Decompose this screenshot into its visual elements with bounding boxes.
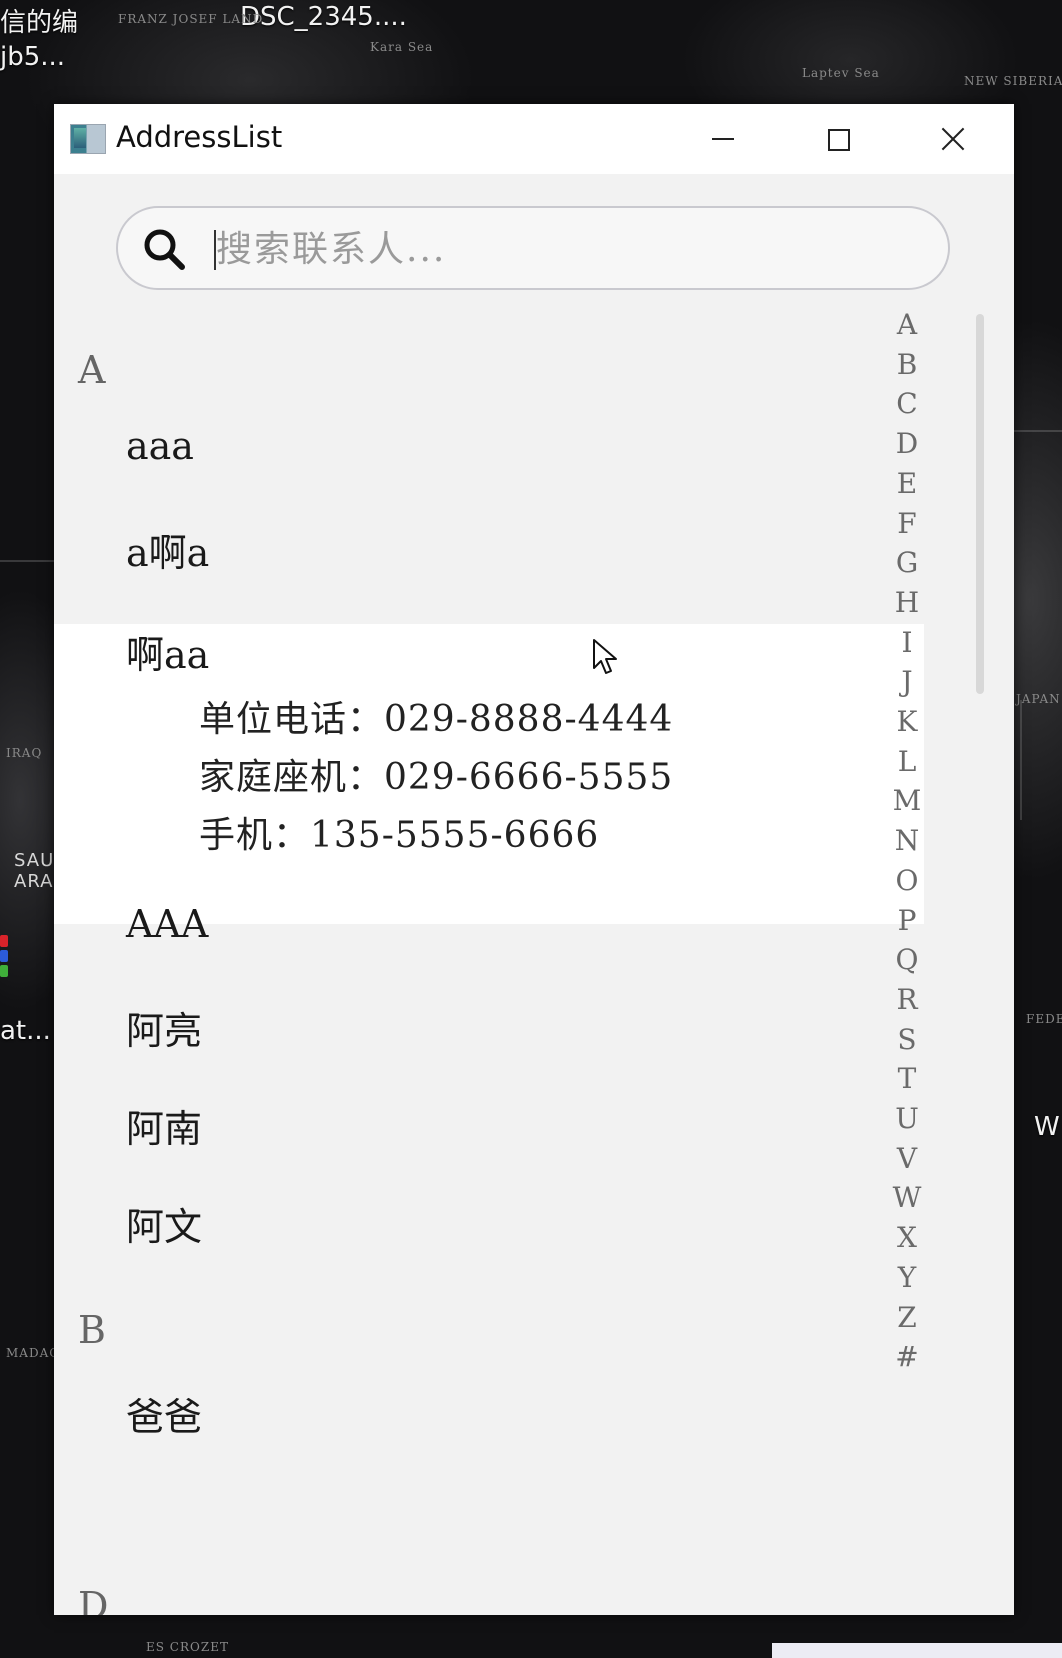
index-letter-a[interactable]: A [892,308,922,341]
section-header-d: D [78,1584,109,1615]
title-bar[interactable]: AddressList [54,104,1014,174]
search-bar[interactable] [116,206,950,290]
minimize-button[interactable] [664,104,780,174]
map-label: JAPAN [1016,692,1061,706]
section-header-a: A [78,348,106,392]
contact-item[interactable]: AAA [126,902,208,946]
index-letter-y[interactable]: Y [892,1261,922,1294]
index-letter-k[interactable]: K [892,705,922,738]
index-letter-hash[interactable]: # [892,1340,922,1373]
search-input[interactable] [214,222,918,276]
contact-item[interactable]: a啊a [126,522,209,577]
index-letter-m[interactable]: M [892,784,922,817]
desktop-item-label[interactable]: at... [0,1016,51,1046]
close-button[interactable] [896,104,1012,174]
close-icon [938,124,968,154]
text-caret [214,230,216,270]
contact-detail-home-phone: 家庭座机：029-6666-5555 [199,757,674,798]
contact-detail-mobile: 手机：135-5555-6666 [199,815,600,856]
contact-item[interactable]: 阿南 [126,1098,202,1153]
section-header-b: B [78,1308,106,1352]
maximize-button[interactable] [780,104,896,174]
index-letter-w[interactable]: W [892,1181,922,1214]
index-letter-u[interactable]: U [892,1102,922,1135]
index-letter-n[interactable]: N [892,824,922,857]
contact-item[interactable]: 阿文 [126,1196,202,1251]
index-letter-j[interactable]: J [892,665,922,698]
map-label: SAU ARA [14,850,55,892]
index-letter-f[interactable]: F [892,507,922,540]
mouse-cursor-icon [593,639,617,674]
minimize-icon [712,138,734,140]
index-letter-d[interactable]: D [892,427,922,460]
index-letter-x[interactable]: X [892,1221,922,1254]
map-label: Kara Sea [370,40,434,54]
map-label: MADAG [6,1346,60,1360]
contact-item[interactable]: 爸爸 [126,1386,202,1441]
index-letter-l[interactable]: L [892,745,922,778]
contact-item[interactable]: aaa [126,424,194,468]
map-label: ES CROZET [146,1640,229,1654]
map-label: NEW SIBERIAN [964,74,1062,88]
window-title: AddressList [116,120,283,154]
desktop-item-label[interactable]: DSC_2345.... [240,2,407,32]
desktop-item-label[interactable]: W [1034,1112,1060,1142]
desktop-app-icon[interactable] [0,935,10,985]
map-border-line [1014,430,1062,432]
app-icon [70,124,106,154]
desktop-item-label[interactable]: jb5... [0,42,65,72]
index-letter-h[interactable]: H [892,586,922,619]
address-list-window: AddressList A aaa a啊a 啊aa 单位电话：029-8888-… [54,104,1014,1615]
index-letter-o[interactable]: O [892,864,922,897]
index-letter-p[interactable]: P [892,904,922,937]
map-label: Laptev Sea [802,66,880,80]
map-label: IRAQ [6,746,43,760]
contact-detail-work-phone: 单位电话：029-8888-4444 [199,699,674,740]
map-label: FRANZ JOSEF LAND [118,12,264,26]
maximize-icon [828,129,850,151]
map-border-line [0,560,54,562]
scrollbar-thumb[interactable] [976,314,984,694]
index-letter-i[interactable]: I [892,626,922,659]
search-icon [144,229,185,270]
index-letter-b[interactable]: B [892,348,922,381]
taskbar-strip [772,1643,1062,1658]
index-letter-r[interactable]: R [892,983,922,1016]
index-letter-e[interactable]: E [892,467,922,500]
desktop-item-label[interactable]: 信的编 [0,2,78,39]
map-label: FEDER [1026,1012,1062,1026]
index-letter-q[interactable]: Q [892,943,922,976]
contact-item-expanded[interactable]: 啊aa [126,624,209,679]
contact-item[interactable]: 阿亮 [126,1000,202,1055]
map-border-line [1020,700,1022,820]
index-letter-g[interactable]: G [892,546,922,579]
index-letter-s[interactable]: S [892,1023,922,1056]
index-letter-z[interactable]: Z [892,1301,922,1334]
index-letter-v[interactable]: V [892,1142,922,1175]
index-letter-t[interactable]: T [892,1062,922,1095]
index-letter-c[interactable]: C [892,387,922,420]
expanded-contact-panel[interactable]: 啊aa 单位电话：029-8888-4444 家庭座机：029-6666-555… [54,624,924,924]
